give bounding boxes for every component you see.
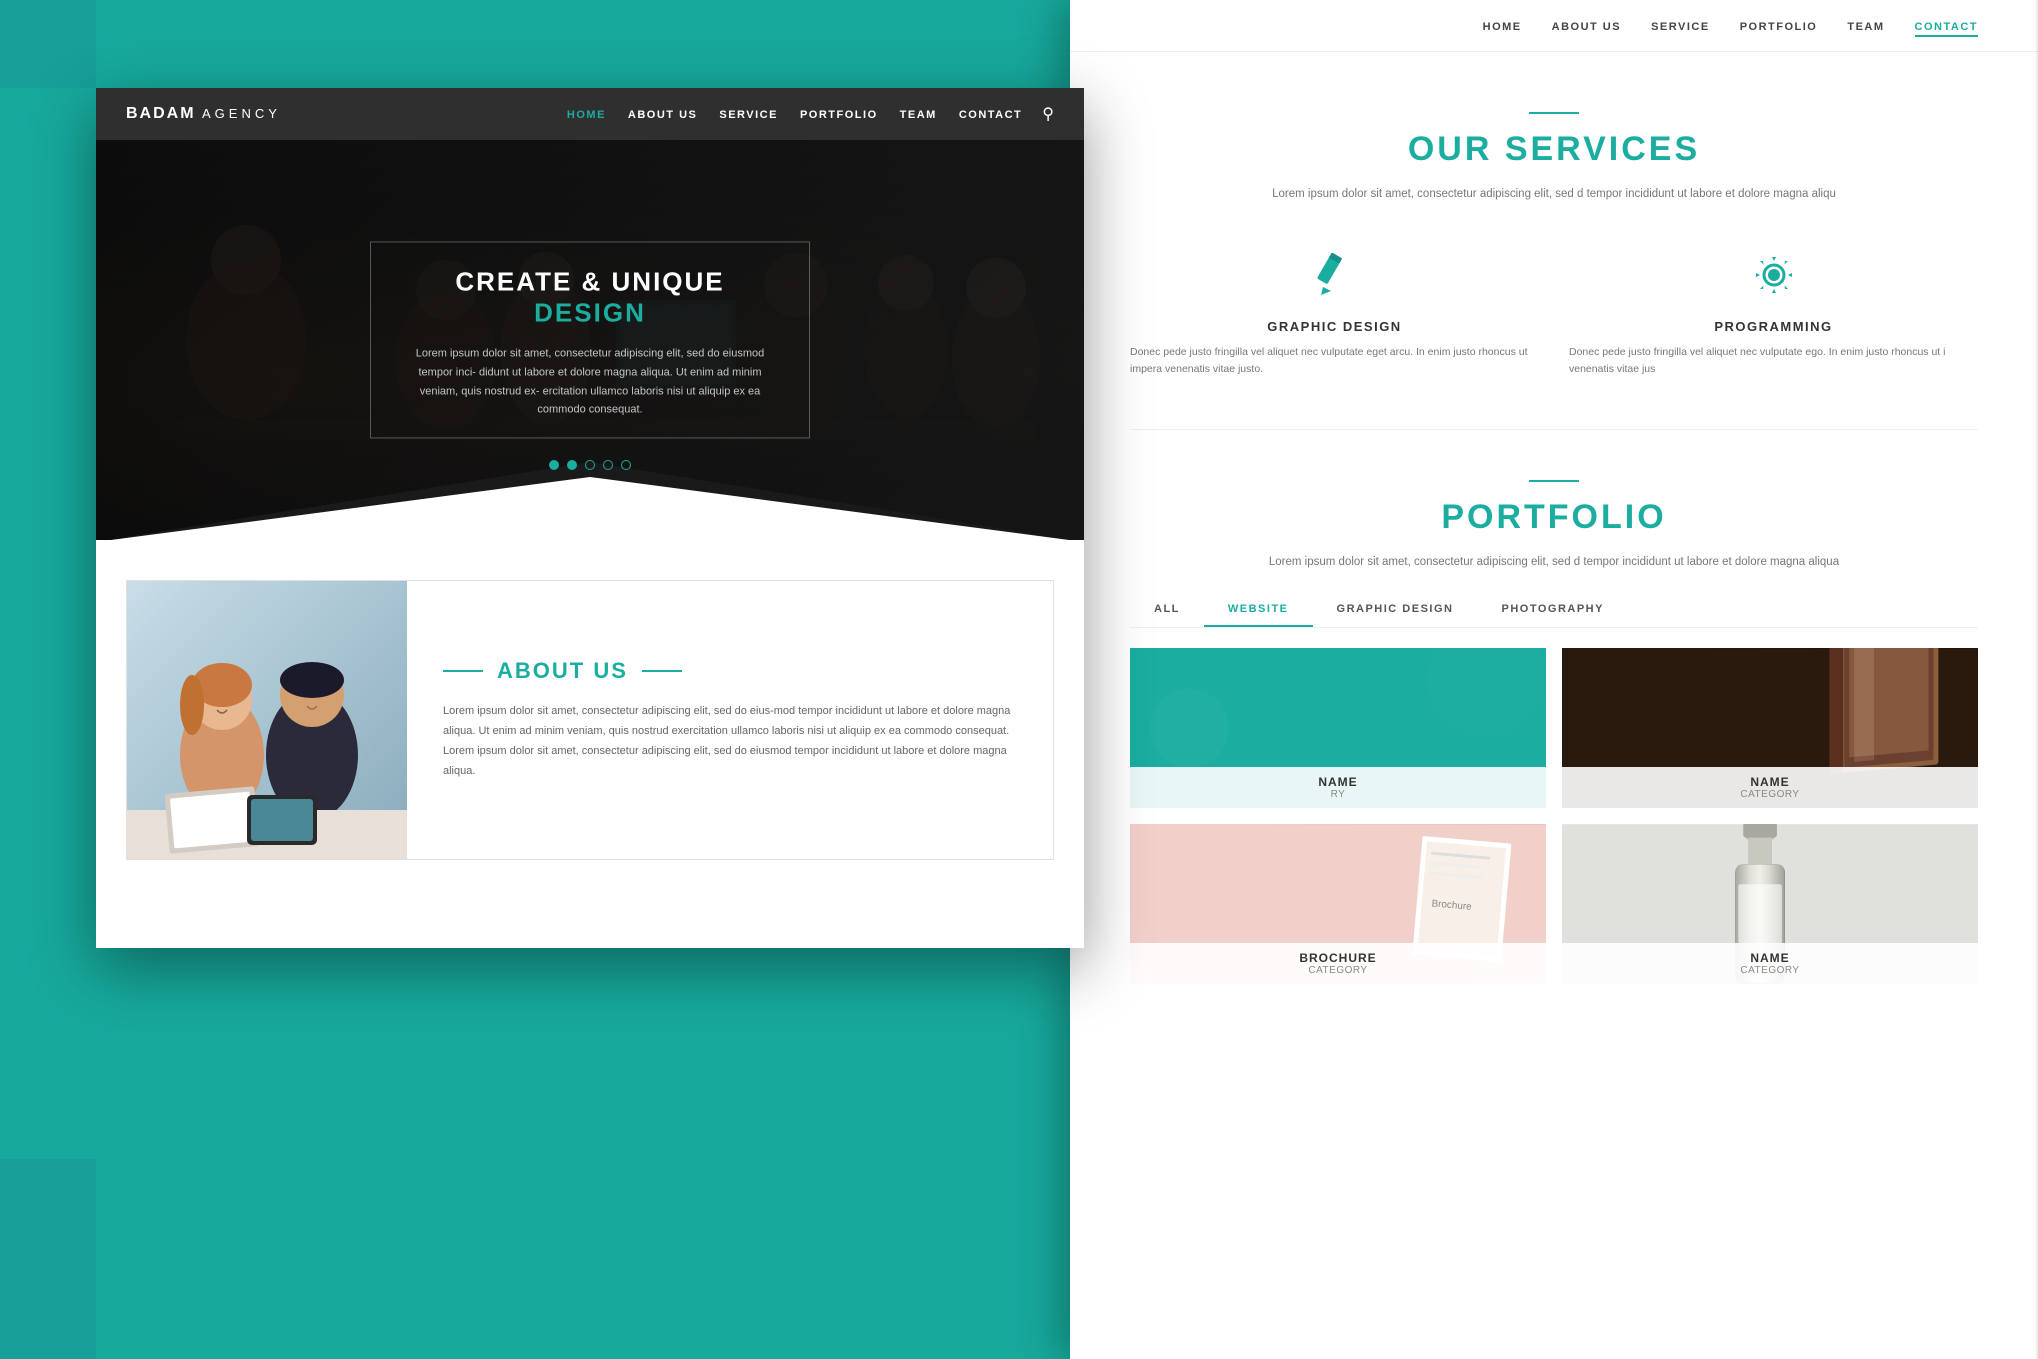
graphic-design-title: GRAPHIC DESIGN: [1130, 319, 1539, 334]
tab-graphic-design[interactable]: GRAPHIC DESIGN: [1313, 593, 1478, 627]
gear-icon: [1752, 253, 1796, 297]
about-image: [127, 581, 407, 859]
portfolio-top-line: [1529, 480, 1579, 482]
services-section: OUR SERVICES Lorem ipsum dolor sit amet,…: [1070, 52, 2038, 419]
nav-home[interactable]: HOME: [567, 109, 606, 121]
about-title: ABOUT US: [497, 658, 628, 684]
nav-about[interactable]: ABOUT US: [628, 109, 697, 121]
graphic-design-icon-wrap: [1305, 245, 1365, 305]
tab-website[interactable]: WEBSITE: [1204, 593, 1313, 627]
portfolio-item-2-cat: CATEGORY: [1574, 789, 1966, 800]
portfolio-item-1-label: NAME RY: [1130, 767, 1546, 808]
nav-team[interactable]: TEAM: [900, 109, 937, 121]
portfolio-item-1-name: NAME: [1142, 775, 1534, 789]
portfolio-item-2[interactable]: NAME CATEGORY: [1562, 648, 1978, 808]
hero-dots: [549, 460, 631, 470]
portfolio-item-3-label: Brochure CATEGORY: [1130, 943, 1546, 984]
right-nav-portfolio[interactable]: PORTFOLIO: [1740, 21, 1818, 33]
portfolio-item-4-name: NAME: [1574, 951, 1966, 965]
programming-icon-wrap: [1744, 245, 1804, 305]
portfolio-grid: NAME RY: [1130, 648, 1978, 984]
portfolio-item-2-name: NAME: [1574, 775, 1966, 789]
dot-4[interactable]: [603, 460, 613, 470]
portfolio-item-1-cat: RY: [1142, 789, 1534, 800]
hero-title-teal: DESIGN: [534, 298, 646, 328]
pencil-icon: [1313, 253, 1357, 297]
graphic-design-desc: Donec pede justo fringilla vel aliquet n…: [1130, 344, 1539, 380]
hero-description: Lorem ipsum dolor sit amet, consectetur …: [401, 345, 779, 420]
portfolio-item-4-cat: CATEGORY: [1574, 965, 1966, 976]
right-nav-about[interactable]: ABOUT US: [1552, 21, 1621, 33]
dot-3[interactable]: [585, 460, 595, 470]
dot-5[interactable]: [621, 460, 631, 470]
hero-title: CREATE & UNIQUE DESIGN: [401, 266, 779, 328]
hero-box: CREATE & UNIQUE DESIGN Lorem ipsum dolor…: [370, 241, 810, 438]
right-nav-home[interactable]: HOME: [1483, 21, 1522, 33]
nav-service[interactable]: SERVICE: [719, 109, 778, 121]
service-item-programming: PROGRAMMING Donec pede justo fringilla v…: [1569, 245, 1978, 380]
portfolio-item-4[interactable]: NAME CATEGORY: [1562, 824, 1978, 984]
portfolio-item-2-label: NAME CATEGORY: [1562, 767, 1978, 808]
deco-bottom-left: [0, 1159, 96, 1359]
search-icon[interactable]: ⚲: [1042, 104, 1054, 124]
right-nav-menu: HOME ABOUT US SERVICE PORTFOLIO TEAM CON…: [1483, 17, 1978, 35]
dot-2[interactable]: [567, 460, 577, 470]
main-browser-window: BADAM AGENCY HOME ABOUT US SERVICE PORTF…: [96, 88, 1084, 948]
portfolio-item-3-name: Brochure: [1142, 951, 1534, 965]
hero-title-white: CREATE & UNIQUE: [455, 266, 724, 296]
services-grid: GRAPHIC DESIGN Donec pede justo fringill…: [1130, 245, 1978, 380]
section-divider: [1130, 429, 1978, 430]
about-title-wrapper: ABOUT US: [443, 658, 1017, 684]
portfolio-section: PORTFOLIO Lorem ipsum dolor sit amet, co…: [1070, 440, 2038, 1004]
portfolio-item-3[interactable]: Brochure Brochure CATEGORY: [1130, 824, 1546, 984]
nav-contact[interactable]: CONTACT: [959, 109, 1022, 121]
deco-top-left: [0, 0, 96, 88]
brand-light: AGENCY: [202, 106, 281, 121]
right-navbar: HOME ABOUT US SERVICE PORTFOLIO TEAM CON…: [1070, 0, 2038, 52]
portfolio-tabs: ALL WEBSITE GRAPHIC DESIGN PHOTOGRAPHY: [1130, 593, 1978, 628]
about-description: Lorem ipsum dolor sit amet, consectetur …: [443, 702, 1017, 781]
services-top-line: [1529, 112, 1579, 114]
programming-desc: Donec pede justo fringilla vel aliquet n…: [1569, 344, 1978, 380]
right-nav-team[interactable]: TEAM: [1847, 21, 1884, 33]
portfolio-item-3-cat: CATEGORY: [1142, 965, 1534, 976]
programming-title: PROGRAMMING: [1569, 319, 1978, 334]
about-section: ABOUT US Lorem ipsum dolor sit amet, con…: [96, 540, 1084, 900]
nav-menu: HOME ABOUT US SERVICE PORTFOLIO TEAM CON…: [567, 105, 1022, 123]
right-nav-service[interactable]: SERVICE: [1651, 21, 1710, 33]
nav-portfolio[interactable]: PORTFOLIO: [800, 109, 878, 121]
services-title: OUR SERVICES: [1130, 130, 1978, 169]
portfolio-description: Lorem ipsum dolor sit amet, consectetur …: [1264, 553, 1844, 573]
right-nav-contact[interactable]: CONTACT: [1915, 21, 1978, 37]
about-title-right-line: [642, 670, 682, 672]
portfolio-item-4-label: NAME CATEGORY: [1562, 943, 1978, 984]
dot-1[interactable]: [549, 460, 559, 470]
hero-triangle: [96, 422, 1084, 540]
hero-section: CREATE & UNIQUE DESIGN Lorem ipsum dolor…: [96, 140, 1084, 540]
main-content: ABOUT US Lorem ipsum dolor sit amet, con…: [96, 540, 1084, 900]
right-panel: HOME ABOUT US SERVICE PORTFOLIO TEAM CON…: [1070, 0, 2038, 1359]
service-item-graphic-design: GRAPHIC DESIGN Donec pede justo fringill…: [1130, 245, 1539, 380]
services-description: Lorem ipsum dolor sit amet, consectetur …: [1264, 185, 1844, 205]
tab-all[interactable]: ALL: [1130, 593, 1204, 627]
brand-bold: BADAM: [126, 105, 196, 122]
brand-logo[interactable]: BADAM AGENCY: [126, 105, 281, 123]
portfolio-item-1[interactable]: NAME RY: [1130, 648, 1546, 808]
hero-content: CREATE & UNIQUE DESIGN Lorem ipsum dolor…: [370, 241, 810, 438]
about-text-area: ABOUT US Lorem ipsum dolor sit amet, con…: [407, 581, 1053, 859]
portfolio-title: PORTFOLIO: [1130, 498, 1978, 537]
about-card: ABOUT US Lorem ipsum dolor sit amet, con…: [126, 580, 1054, 860]
tab-photography[interactable]: PHOTOGRAPHY: [1477, 593, 1627, 627]
about-title-left-line: [443, 670, 483, 672]
navbar: BADAM AGENCY HOME ABOUT US SERVICE PORTF…: [96, 88, 1084, 140]
